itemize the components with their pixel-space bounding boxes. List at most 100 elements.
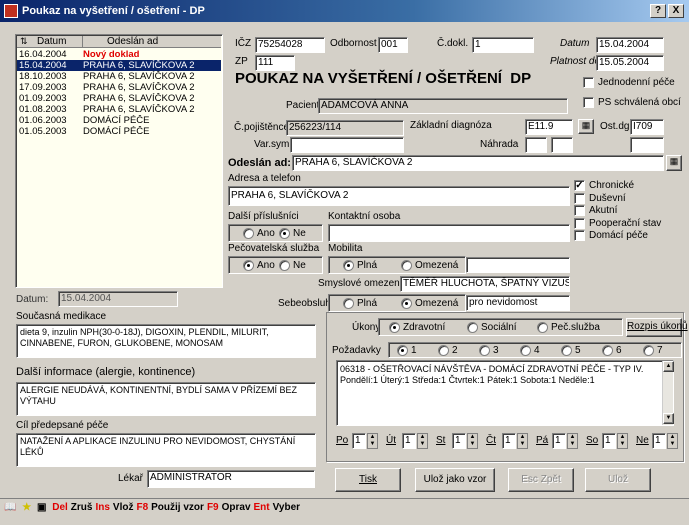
list-item[interactable]: 01.09.2003 PRAHA 6, SLAVÍČKOVA 2 — [17, 93, 221, 104]
rozpis-button[interactable]: Rozpis úkonů — [626, 318, 688, 337]
day-spin-icon[interactable]: ▲ ▼ — [417, 433, 428, 449]
list-item[interactable]: 01.05.2003 DOMÁCÍ PÉČE — [17, 126, 221, 137]
jednodenni-checkbox[interactable] — [583, 77, 594, 88]
day-count-field[interactable]: 1 — [652, 433, 666, 449]
uloz-button[interactable]: Ulož — [585, 468, 651, 492]
list-item[interactable]: 15.04.2004 PRAHA 6, SLAVÍČKOVA 2 — [17, 60, 221, 71]
ostdg-field[interactable]: I709 — [630, 119, 664, 135]
shortcut-action[interactable]: Vlož — [113, 502, 134, 513]
care-checkbox[interactable]: ✓ — [574, 180, 585, 191]
care-checkbox[interactable] — [574, 192, 585, 204]
zdrav-radio[interactable] — [389, 322, 400, 333]
day-spin-icon[interactable]: ▲ ▼ — [367, 433, 378, 449]
shortcut-action[interactable]: Zruš — [71, 502, 93, 513]
cil-field[interactable]: NATAŽENÍ A APLIKACE INZULINU PRO NEVIDOM… — [16, 433, 316, 467]
dalsi-ano-radio[interactable] — [243, 228, 254, 239]
dalsi-ne-radio[interactable] — [279, 228, 290, 239]
zakl-field[interactable]: E11.9 — [525, 119, 573, 135]
day-count-field[interactable]: 1 — [552, 433, 566, 449]
care-check-item[interactable]: Domácí péče — [574, 230, 684, 242]
pozad-radio[interactable] — [520, 345, 531, 356]
platnost-field[interactable]: 15.05.2004 — [596, 55, 664, 71]
dalsi-info-field[interactable]: ALERGIE NEUDÁVÁ, KONTINENTNÍ, BYDLÍ SAMA… — [16, 382, 316, 416]
day-spin-icon[interactable]: ▲ ▼ — [517, 433, 528, 449]
scroll-up-icon[interactable]: ▲ — [663, 361, 674, 372]
day-count-field[interactable]: 1 — [502, 433, 516, 449]
care-check-item[interactable]: Duševní — [574, 192, 684, 205]
ps-checkbox[interactable] — [583, 97, 594, 108]
care-checkbox[interactable] — [574, 205, 585, 216]
list-item[interactable]: 01.08.2003 PRAHA 6, SLAVÍČKOVA 2 — [17, 104, 221, 115]
tisk-button[interactable]: Tisk — [335, 468, 401, 492]
day-count-field[interactable]: 1 — [452, 433, 466, 449]
day-spin-icon[interactable]: ▲ ▼ — [467, 433, 478, 449]
zp-field[interactable]: 111 — [255, 55, 295, 71]
care-check-item[interactable]: Pooperační stav — [574, 217, 684, 230]
list-item[interactable]: 18.10.2003 PRAHA 6, SLAVÍČKOVA 2 — [17, 71, 221, 82]
care-checkbox[interactable] — [574, 230, 585, 241]
status-bar: 📖 ★ ▣ Del Zruš Ins Vlož F8 Použij vzor F9 Oprav… — [4, 502, 306, 518]
adresa-field[interactable]: PRAHA 6, SLAVÍČKOVA 2 — [228, 186, 570, 206]
odeslan-lookup-icon[interactable]: ▦ — [666, 155, 682, 171]
pozad-radio[interactable] — [561, 345, 572, 356]
esc-button[interactable]: Esc Zpět — [508, 468, 574, 492]
care-check-label: Domácí péče — [589, 230, 648, 241]
mobilita-field[interactable] — [466, 257, 570, 273]
day-spin-icon[interactable]: ▲ ▼ — [617, 433, 628, 449]
ukony-text[interactable]: 06318 - OŠETŘOVACÍ NÁVŠTĚVA - DOMÁCÍ ZDR… — [336, 360, 674, 426]
close-button[interactable]: X — [668, 4, 684, 18]
kontakt-field[interactable] — [328, 224, 570, 242]
book-icon[interactable]: 📖 — [4, 502, 16, 513]
document-list[interactable]: ⇅ Datum Odeslán ad 16.04.2004 Nový doklad… — [15, 34, 223, 288]
shortcut-action[interactable]: Oprav — [222, 502, 251, 513]
varsym-field[interactable] — [290, 137, 404, 153]
list-item[interactable]: 16.04.2004 Nový doklad — [17, 49, 221, 60]
pec-radio[interactable] — [537, 322, 548, 333]
soc-radio[interactable] — [467, 322, 478, 333]
mob-plna-radio[interactable] — [343, 260, 354, 271]
mob-omezena-radio[interactable] — [401, 260, 412, 271]
pozad-radio[interactable] — [438, 345, 449, 356]
day-count-field[interactable]: 1 — [602, 433, 616, 449]
scroll-down-icon[interactable]: ▼ — [663, 413, 674, 424]
icz-field[interactable]: 75254028 — [255, 37, 325, 53]
pec-ano-radio[interactable] — [243, 260, 254, 271]
col-odeslan[interactable]: Odeslán ad — [107, 36, 158, 47]
sebeob-field[interactable]: pro nevidomost — [466, 295, 570, 311]
ukony-scrollbar[interactable]: ▲ ▼ — [662, 361, 674, 425]
care-check-item[interactable]: ✓ Chronické — [574, 180, 684, 192]
diagnosis-lookup-icon[interactable]: ▦ — [578, 119, 594, 134]
ostdg-field-2[interactable] — [630, 137, 664, 153]
odeslan-field[interactable]: PRAHA 6, SLAVÍČKOVA 2 — [292, 155, 664, 171]
nahrada-field-1[interactable] — [525, 137, 547, 153]
day-spin-icon[interactable]: ▲ ▼ — [667, 433, 678, 449]
help-button[interactable]: ? — [650, 4, 666, 18]
cdokl-field[interactable]: 1 — [472, 37, 534, 53]
lekar-field[interactable]: ADMINISTRATOR — [147, 470, 315, 488]
seb-plna-radio[interactable] — [343, 298, 354, 309]
nahrada-field-2[interactable] — [551, 137, 573, 153]
seb-omezena-radio[interactable] — [401, 298, 412, 309]
pozad-radio[interactable] — [602, 345, 613, 356]
shortcut-action[interactable]: Použij vzor — [151, 502, 204, 513]
pozad-radio[interactable] — [397, 345, 408, 356]
monitor-icon[interactable]: ▣ — [37, 502, 46, 513]
datum-field[interactable]: 15.04.2004 — [596, 37, 664, 53]
uloz-vzor-button[interactable]: Ulož jako vzor — [415, 468, 495, 492]
care-check-item[interactable]: Akutní — [574, 205, 684, 217]
care-checkbox[interactable] — [574, 217, 585, 229]
day-count-field[interactable]: 1 — [352, 433, 366, 449]
pozad-radio[interactable] — [643, 345, 654, 356]
odbornost-field[interactable]: 001 — [378, 37, 408, 53]
smysl-field[interactable]: TĚMĚŘ HLUCHOTA, ŠPATNÝ VIZUS — [400, 276, 570, 292]
list-item[interactable]: 01.06.2003 DOMÁCÍ PÉČE — [17, 115, 221, 126]
col-datum[interactable]: Datum — [37, 36, 66, 47]
soucasna-field[interactable]: dieta 9, inzulin NPH(30-0-18J), DIGOXIN,… — [16, 324, 316, 358]
list-item[interactable]: 17.09.2003 PRAHA 6, SLAVÍČKOVA 2 — [17, 82, 221, 93]
pozad-radio[interactable] — [479, 345, 490, 356]
day-spin-icon[interactable]: ▲ ▼ — [567, 433, 578, 449]
star-icon[interactable]: ★ — [22, 502, 31, 513]
shortcut-action[interactable]: Vyber — [273, 502, 300, 513]
pec-ne-radio[interactable] — [279, 260, 290, 271]
day-count-field[interactable]: 1 — [402, 433, 416, 449]
